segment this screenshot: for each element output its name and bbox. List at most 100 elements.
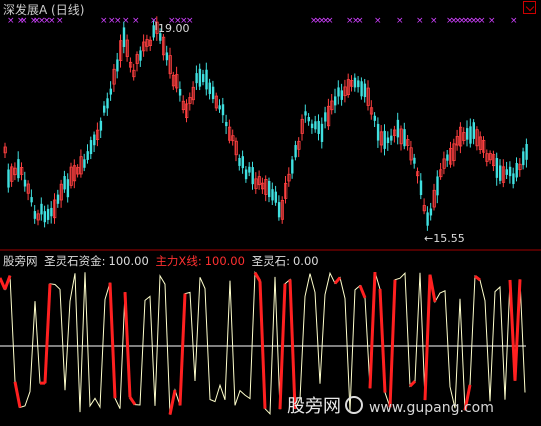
candle-down [363,83,367,98]
candle-down [373,115,376,121]
candle-down [66,179,70,198]
candle-down [56,194,60,204]
signal-marker: × [56,16,64,26]
candle-down [525,144,528,160]
candle-down [340,90,343,100]
indicator-line-strong [378,289,387,393]
candle-down [116,59,119,72]
indicator-legend: 股旁网 圣灵石资金: 100.00 主力X线: 100.00 圣灵石: 0.00 [3,253,322,269]
candle-down [198,68,202,87]
candle-down [30,197,33,203]
indicator-line-strong [128,396,137,406]
candle-down [515,162,518,178]
candle-down [396,119,400,138]
indicator-line-strong [108,282,117,399]
candle-down [376,123,380,141]
signal-marker: × [132,16,140,26]
indicator-line-strong [333,276,342,285]
indicator-line-strong [474,274,481,282]
indicator-line-strong [423,274,432,401]
indicator-line-strong [408,380,417,388]
candle-down [304,111,307,116]
indicator-line-strong [358,285,367,299]
signal-marker: × [430,16,438,26]
candle-down [63,176,66,190]
candle-down [274,191,277,203]
indicator-line-strong [168,389,177,415]
candle-down [178,88,182,96]
candle-down [268,180,271,198]
candle-down [413,157,416,164]
indicator-line-strong [43,283,52,384]
candle-down [314,121,317,130]
candle-down [43,211,46,223]
candle-down [218,105,221,110]
candle-down [310,123,314,129]
candle-down [122,27,126,47]
candle-down [103,105,106,113]
signal-marker: × [478,16,486,26]
indicator-line-strong [368,272,377,389]
candle-down [357,80,360,88]
candle-down [17,159,20,179]
candle-down [403,129,406,147]
indicator-field3-label: 圣灵石: [251,254,290,268]
candle-down [241,156,244,169]
candle-down [208,82,211,95]
candle-down [33,211,37,219]
candle-down [466,128,469,140]
candle-down [83,159,86,168]
candle-down [508,166,512,177]
candle-down [211,86,215,100]
indicator-field1-label: 圣灵石资金: [44,254,106,268]
indicator-line-strong [123,292,132,398]
indicator-line-strong [253,271,262,283]
candle-down [307,116,310,122]
candle-down [294,145,297,158]
indicator-field1-value: 100.00 [108,254,149,268]
candle-down [512,173,515,185]
indicator-line-strong [388,279,397,408]
candle-down [251,167,254,185]
candle-down [495,158,499,178]
candle-down [23,179,27,187]
candle-down [271,189,274,201]
candle-down [419,180,423,196]
signal-marker: × [114,16,122,26]
watermark-logo-icon [345,396,363,414]
candle-down [205,69,208,90]
candle-down [324,112,327,122]
candle-down [277,202,281,218]
candle-down [99,120,103,131]
candle-down [221,104,225,116]
candle-down [106,98,109,109]
indicator-line-strong [3,275,12,290]
candle-down [46,208,50,220]
candle-down [93,134,96,146]
candle-down [337,87,340,97]
candle-down [165,52,169,61]
signal-marker: × [488,16,496,26]
candle-down [238,158,241,166]
candle-down [386,137,390,144]
high-price-label: 19.00 [158,22,190,35]
candle-down [334,96,337,106]
candle-down [291,159,294,174]
candle-down [469,126,472,144]
indicator-field2-value: 100.00 [204,254,245,268]
candle-down [139,50,142,61]
candle-down [50,207,53,217]
indicator-field2-label: 主力X线: [155,254,202,268]
candle-down [244,169,248,180]
candle-down [472,122,475,139]
candle-down [152,25,155,38]
candle-down [436,176,439,196]
indicator-line-strong [288,279,297,410]
signal-marker: × [416,16,424,26]
signal-marker: × [356,16,364,26]
candle-down [429,208,433,216]
candle-down [383,130,386,149]
low-price-label: ←15.55 [424,232,465,245]
signal-marker: × [48,16,56,26]
candle-down [505,169,508,175]
